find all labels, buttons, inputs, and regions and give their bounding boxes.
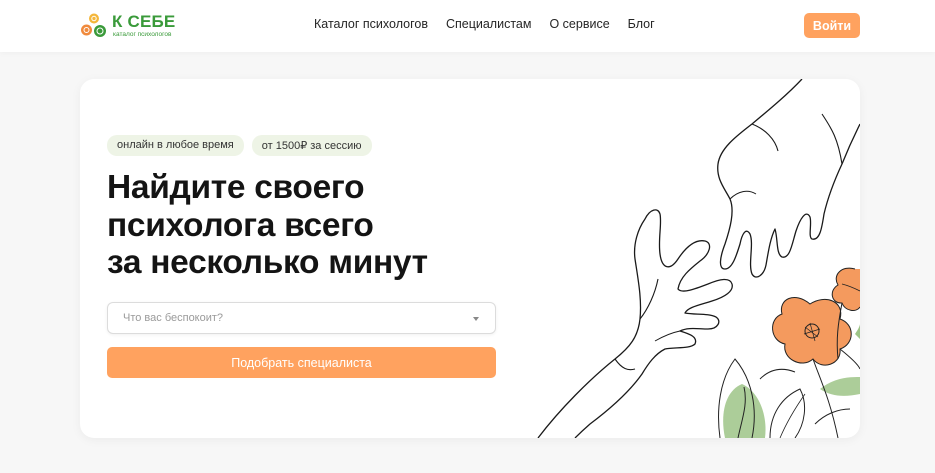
headline-line-3: за несколько минут (107, 244, 428, 281)
site-header: К СЕБЕ каталог психологов Каталог психол… (0, 0, 935, 52)
logo-subtitle: каталог психологов (113, 31, 172, 38)
logo-title: К СЕБЕ (112, 12, 176, 31)
headline-line-2: психолога всего (107, 206, 374, 244)
chevron-down-icon (473, 317, 479, 321)
login-button[interactable]: Войти (804, 13, 860, 38)
hands-flowers-illustration (537, 79, 860, 438)
hero-card: онлайн в любое время от 1500₽ за сессию … (80, 79, 860, 438)
tag-online: онлайн в любое время (107, 135, 244, 156)
concern-select-placeholder: Что вас беспокоит? (123, 312, 224, 324)
feature-tags: онлайн в любое время от 1500₽ за сессию (107, 135, 372, 156)
page-title: Найдите своего психолога всего за нескол… (107, 169, 428, 282)
circles-logo-icon (81, 13, 106, 37)
concern-select[interactable]: Что вас беспокоит? (107, 302, 496, 334)
main-nav: Каталог психологов Специалистам О сервис… (314, 17, 655, 31)
nav-catalog[interactable]: Каталог психологов (314, 17, 428, 31)
tag-price: от 1500₽ за сессию (251, 135, 372, 156)
nav-specialists[interactable]: Специалистам (446, 17, 532, 31)
nav-about[interactable]: О сервисе (549, 17, 609, 31)
logo[interactable]: К СЕБЕ каталог психологов (80, 10, 180, 42)
nav-blog[interactable]: Блог (628, 17, 655, 31)
find-specialist-button[interactable]: Подобрать специалиста (107, 347, 496, 378)
headline-line-1: Найдите своего (107, 169, 365, 206)
